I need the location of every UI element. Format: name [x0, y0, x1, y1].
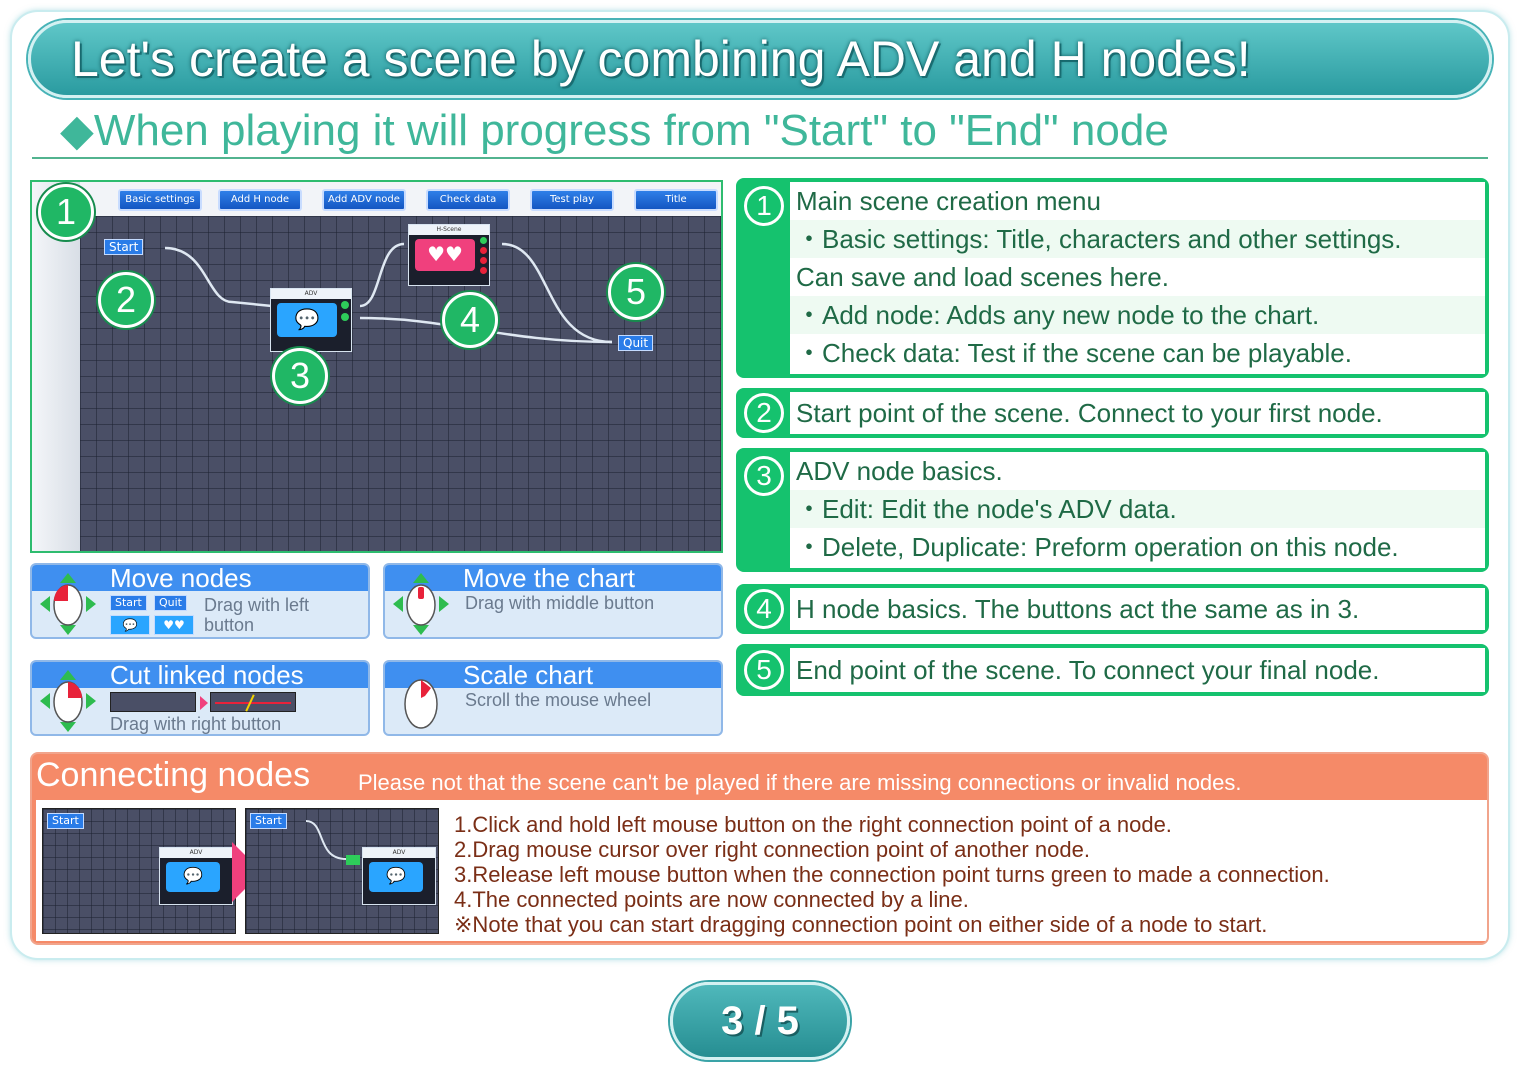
- mini-adv-node: ADV 💬: [362, 847, 436, 905]
- mouse-right-click-icon: [40, 670, 96, 732]
- h-output-dot: [480, 247, 487, 254]
- connecting-nodes-section: Connecting nodes Please not that the sce…: [30, 752, 1489, 945]
- hint-description: Drag with right button: [110, 714, 282, 734]
- info-number-3: 3: [744, 456, 784, 496]
- adv-node: ADV 💬: [270, 288, 352, 352]
- adv-node-header: ADV: [271, 289, 351, 299]
- quit-node: Quit: [618, 335, 654, 351]
- mini-chat-icon: 💬: [110, 615, 150, 635]
- info-box-3: 3 ADV node basics. ・Edit: Edit the node'…: [736, 448, 1489, 572]
- hearts-icon: ♥♥: [415, 239, 475, 271]
- editor-screenshot: Basic settings Add H node Add ADV node C…: [30, 180, 723, 553]
- mini-link-before: [110, 692, 196, 712]
- connect-step: 4.The connected points are now connected…: [454, 887, 969, 912]
- subtitle: ◆When playing it will progress from "Sta…: [60, 106, 1169, 155]
- hint-title: Cut linked nodes: [110, 660, 304, 690]
- hint-description: Scroll the mouse wheel: [465, 690, 652, 710]
- mini-adv-node: ADV 💬: [159, 847, 233, 905]
- mouse-left-click-icon: [40, 573, 96, 635]
- h-output-dot: [480, 237, 487, 244]
- adv-output-dot: [341, 301, 349, 309]
- callout-badge-2: 2: [98, 272, 154, 328]
- mouse-middle-click-icon: [393, 573, 449, 635]
- hint-description: Drag with middle button: [465, 593, 655, 613]
- page-title: Let's create a scene by combining ADV an…: [28, 20, 1492, 98]
- mini-hearts-icon: ♥♥: [154, 615, 194, 635]
- info-line: ・Edit: Edit the node's ADV data.: [790, 490, 1485, 528]
- connect-step: 3.Release left mouse button when the con…: [454, 862, 1330, 887]
- hint-scale-chart: Scale chart Scroll the mouse wheel: [383, 660, 723, 736]
- info-box-2: 2 Start point of the scene. Connect to y…: [736, 388, 1489, 438]
- connect-example-after: Start ADV 💬: [245, 808, 439, 934]
- connecting-title: Connecting nodes: [36, 756, 311, 794]
- mouse-wheel-icon: [404, 679, 438, 729]
- adv-output-dot: [341, 313, 349, 321]
- callout-badge-5: 5: [608, 264, 664, 320]
- mini-start-node: Start: [47, 813, 84, 829]
- subtitle-divider: [32, 157, 1488, 159]
- info-line: ・Basic settings: Title, characters and o…: [790, 220, 1485, 258]
- connect-step: 1.Click and hold left mouse button on th…: [454, 812, 1172, 837]
- hint-move-chart: Move the chart Drag with middle button: [383, 563, 723, 639]
- mini-adv-header: ADV: [363, 848, 435, 858]
- info-number-1: 1: [744, 186, 784, 226]
- hint-title: Scale chart: [463, 660, 594, 690]
- connection-lines: [164, 242, 613, 344]
- info-line: ・Add node: Adds any new node to the char…: [790, 296, 1485, 334]
- hint-title: Move nodes: [110, 563, 252, 593]
- mini-adv-header: ADV: [160, 848, 232, 858]
- info-line: H node basics. The buttons act the same …: [796, 594, 1360, 624]
- h-scene-node: H-Scene ♥♥: [408, 224, 490, 286]
- info-line: Main scene creation menu: [796, 186, 1101, 216]
- mini-start-tag: Start: [110, 595, 147, 611]
- info-number-2: 2: [744, 393, 784, 433]
- callout-badge-4: 4: [442, 292, 498, 348]
- mini-link-cut: [210, 692, 296, 712]
- connect-step: ※Note that you can start dragging connec…: [454, 912, 1268, 937]
- page-indicator: 3 / 5: [670, 982, 850, 1060]
- green-connection-point: [346, 855, 360, 865]
- mini-quit-tag: Quit: [154, 595, 187, 611]
- h-output-dot: [480, 267, 487, 274]
- info-number-5: 5: [744, 650, 784, 690]
- info-box-4: 4 H node basics. The buttons act the sam…: [736, 584, 1489, 634]
- info-line: ・Check data: Test if the scene can be pl…: [796, 338, 1352, 368]
- info-box-1: 1 Main scene creation menu ・Basic settin…: [736, 178, 1489, 378]
- h-node-header: H-Scene: [409, 225, 489, 235]
- connect-step: 2.Drag mouse cursor over right connectio…: [454, 837, 1090, 862]
- callout-badge-1: 1: [38, 184, 94, 240]
- info-number-4: 4: [744, 589, 784, 629]
- chat-bubble-icon: 💬: [166, 862, 220, 892]
- arrow-right-icon: [200, 696, 208, 710]
- connecting-body: Start ADV 💬 Start ADV 💬 1.Click and hold…: [36, 800, 1487, 941]
- hint-move-nodes: Move nodes Start Quit 💬 ♥♥ Drag with lef…: [30, 563, 370, 639]
- info-line: Can save and load scenes here.: [796, 262, 1169, 292]
- start-node: Start: [104, 239, 144, 255]
- info-line: End point of the scene. To connect your …: [796, 655, 1380, 685]
- info-line: Start point of the scene. Connect to you…: [796, 398, 1383, 428]
- connecting-note: Please not that the scene can't be playe…: [358, 770, 1242, 795]
- h-output-dot: [480, 257, 487, 264]
- hint-title: Move the chart: [463, 563, 635, 593]
- info-line: ・Delete, Duplicate: Preform operation on…: [796, 532, 1399, 562]
- info-box-5: 5 End point of the scene. To connect you…: [736, 644, 1489, 696]
- callout-badge-3: 3: [272, 348, 328, 404]
- chat-bubble-icon: 💬: [369, 862, 423, 892]
- chat-bubble-icon: 💬: [277, 303, 337, 337]
- info-line: ADV node basics.: [796, 456, 1003, 486]
- hint-cut-links: Cut linked nodes Drag with right button: [30, 660, 370, 736]
- connect-example-before: Start ADV 💬: [42, 808, 236, 934]
- hint-description: Drag with left button: [204, 595, 310, 635]
